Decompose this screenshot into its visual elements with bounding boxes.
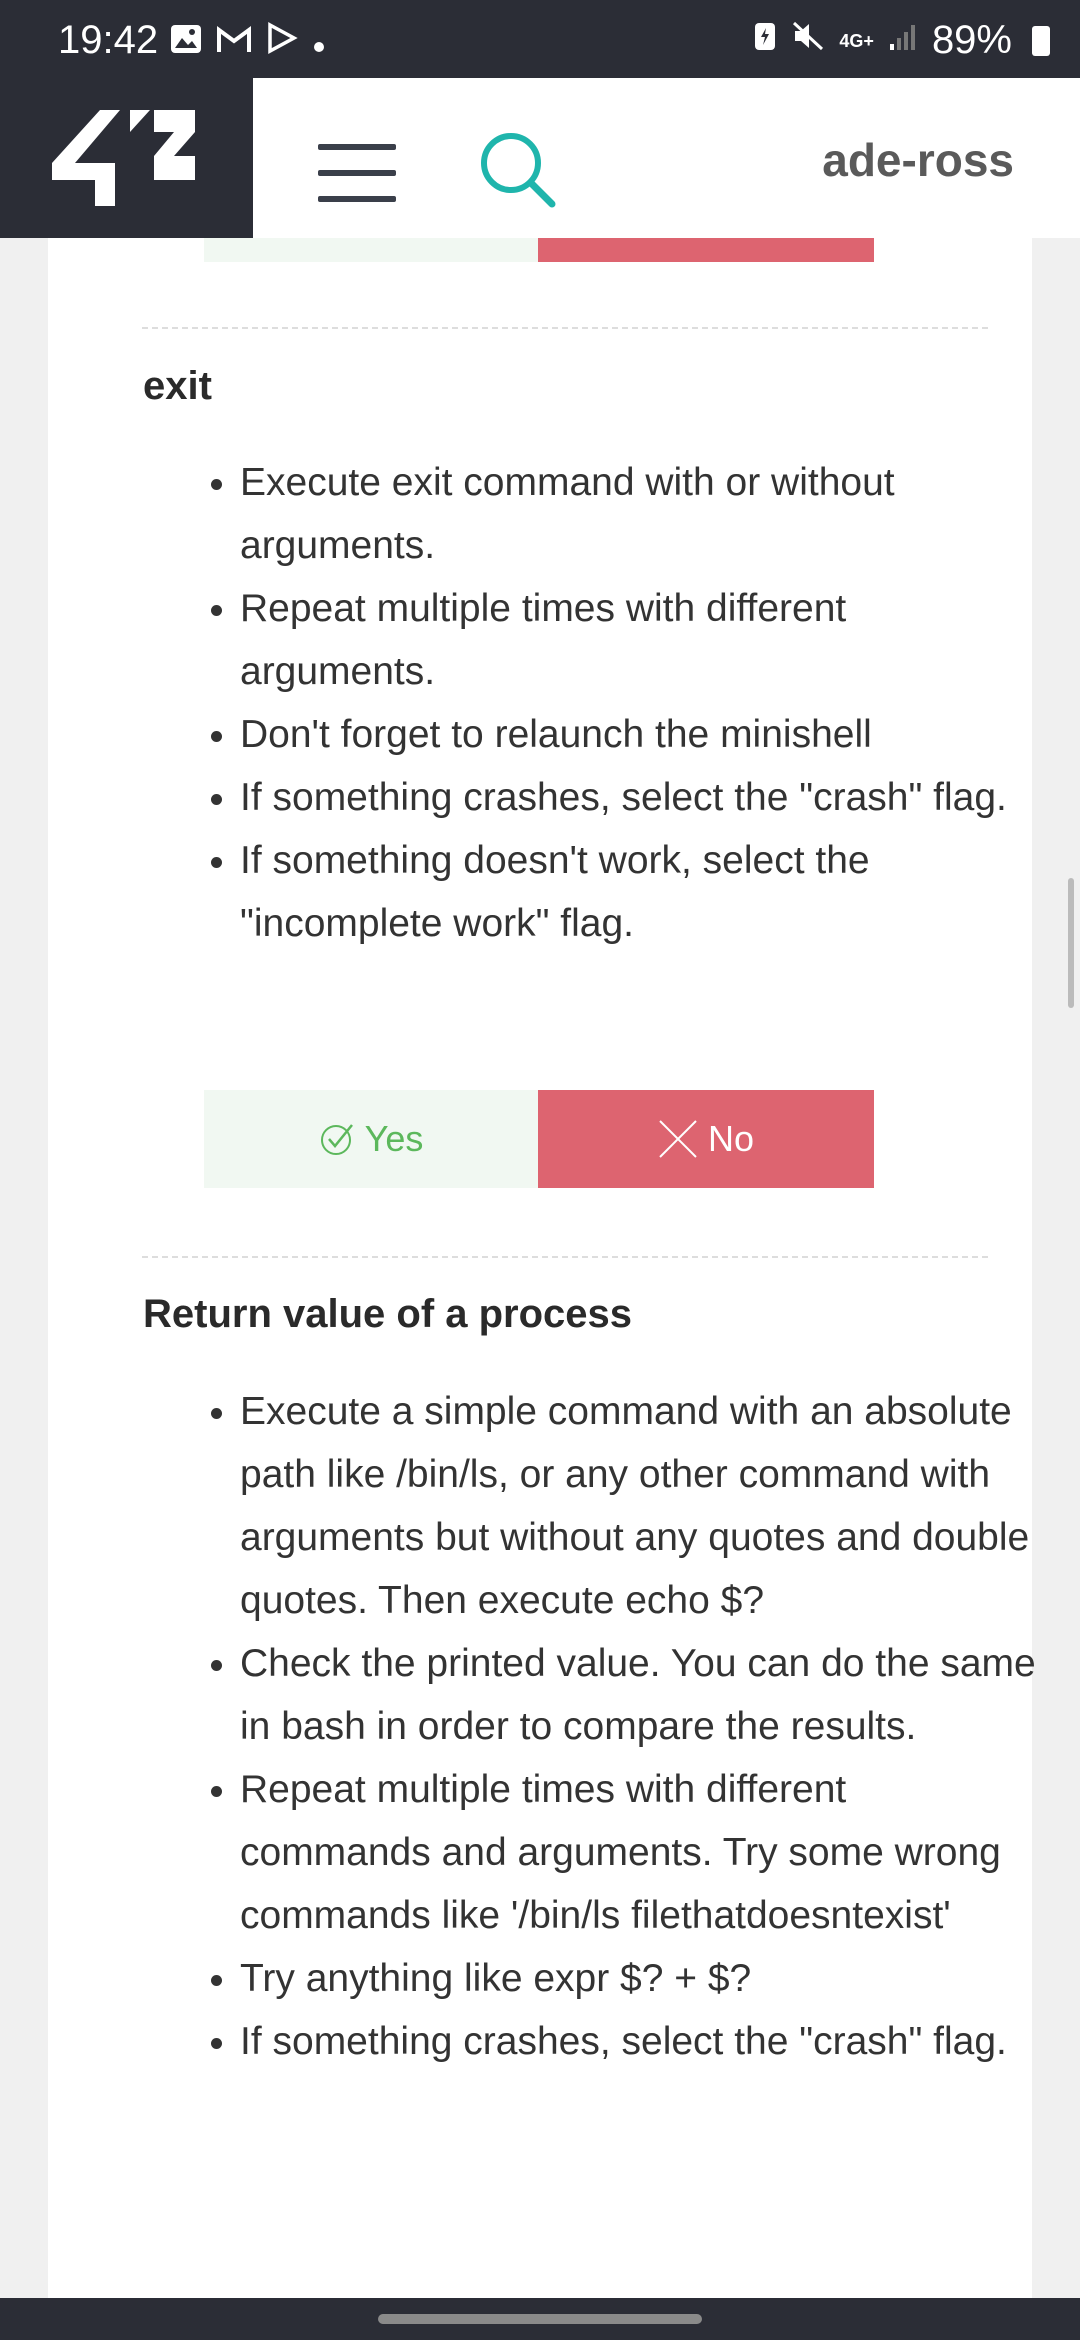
- battery-icon: [1032, 25, 1050, 56]
- exit-checklist: Execute exit command with or without arg…: [188, 451, 1040, 955]
- list-item: Repeat multiple times with different arg…: [240, 577, 1040, 703]
- yes-label: Yes: [364, 1118, 424, 1159]
- search-button[interactable]: [478, 130, 558, 210]
- section-title-return-value: Return value of a process: [143, 1292, 633, 1336]
- username[interactable]: ade-ross: [822, 133, 1014, 187]
- evaluation-card: exit Execute exit command with or withou…: [48, 238, 1036, 2298]
- list-item: If something doesn't work, select the "i…: [240, 829, 1040, 955]
- yes-button[interactable]: Yes: [204, 1090, 538, 1188]
- menu-icon: [318, 144, 396, 150]
- previous-no-button[interactable]: [538, 238, 874, 262]
- status-time: 19:42: [58, 18, 159, 62]
- scrollbar[interactable]: [1068, 878, 1074, 1008]
- logo-42-icon: [52, 110, 195, 206]
- return-value-checklist: Execute a simple command with an absolut…: [188, 1380, 1040, 2073]
- previous-yes-button[interactable]: [204, 238, 538, 262]
- close-icon: [658, 1119, 698, 1159]
- gmail-icon: [216, 23, 252, 63]
- section-title-exit: exit: [143, 364, 212, 408]
- list-item: Check the printed value. You can do the …: [240, 1632, 1040, 1758]
- list-item: Execute exit command with or without arg…: [240, 451, 1040, 577]
- play-store-icon: [266, 22, 298, 63]
- signal-icon: [888, 21, 918, 61]
- previous-yesno-buttons: [204, 238, 874, 262]
- battery-saver-icon: [753, 20, 777, 61]
- no-label: No: [707, 1118, 755, 1159]
- list-item: If something crashes, select the "crash"…: [240, 2010, 1040, 2073]
- no-button[interactable]: No: [538, 1090, 874, 1188]
- app-header: ade-ross: [0, 78, 1080, 238]
- list-item: Repeat multiple times with different com…: [240, 1758, 1040, 1947]
- network-4g-icon: 4G+: [839, 32, 874, 50]
- section-divider: [142, 327, 988, 329]
- menu-button[interactable]: [318, 144, 396, 208]
- list-item: Try anything like expr $? + $?: [240, 1947, 1040, 2010]
- dot-icon: [312, 23, 326, 63]
- image-icon: [170, 23, 202, 63]
- mute-icon: [791, 20, 825, 61]
- list-item: Execute a simple command with an absolut…: [240, 1380, 1040, 1632]
- gesture-handle[interactable]: [378, 2314, 702, 2324]
- section-divider: [142, 1256, 988, 1258]
- exit-yesno-buttons: Yes No: [204, 1090, 874, 1188]
- check-circle-icon: [319, 1121, 355, 1157]
- logo[interactable]: [0, 78, 253, 238]
- search-icon: [481, 133, 556, 208]
- list-item: If something crashes, select the "crash"…: [240, 766, 1040, 829]
- battery-percent: 89%: [931, 18, 1012, 62]
- list-item: Don't forget to relaunch the minishell: [240, 703, 1040, 766]
- status-bar: 19:42 4G+ 89%: [0, 0, 1080, 78]
- network-label: 4G+: [839, 30, 874, 51]
- system-nav-bar: [0, 2298, 1080, 2340]
